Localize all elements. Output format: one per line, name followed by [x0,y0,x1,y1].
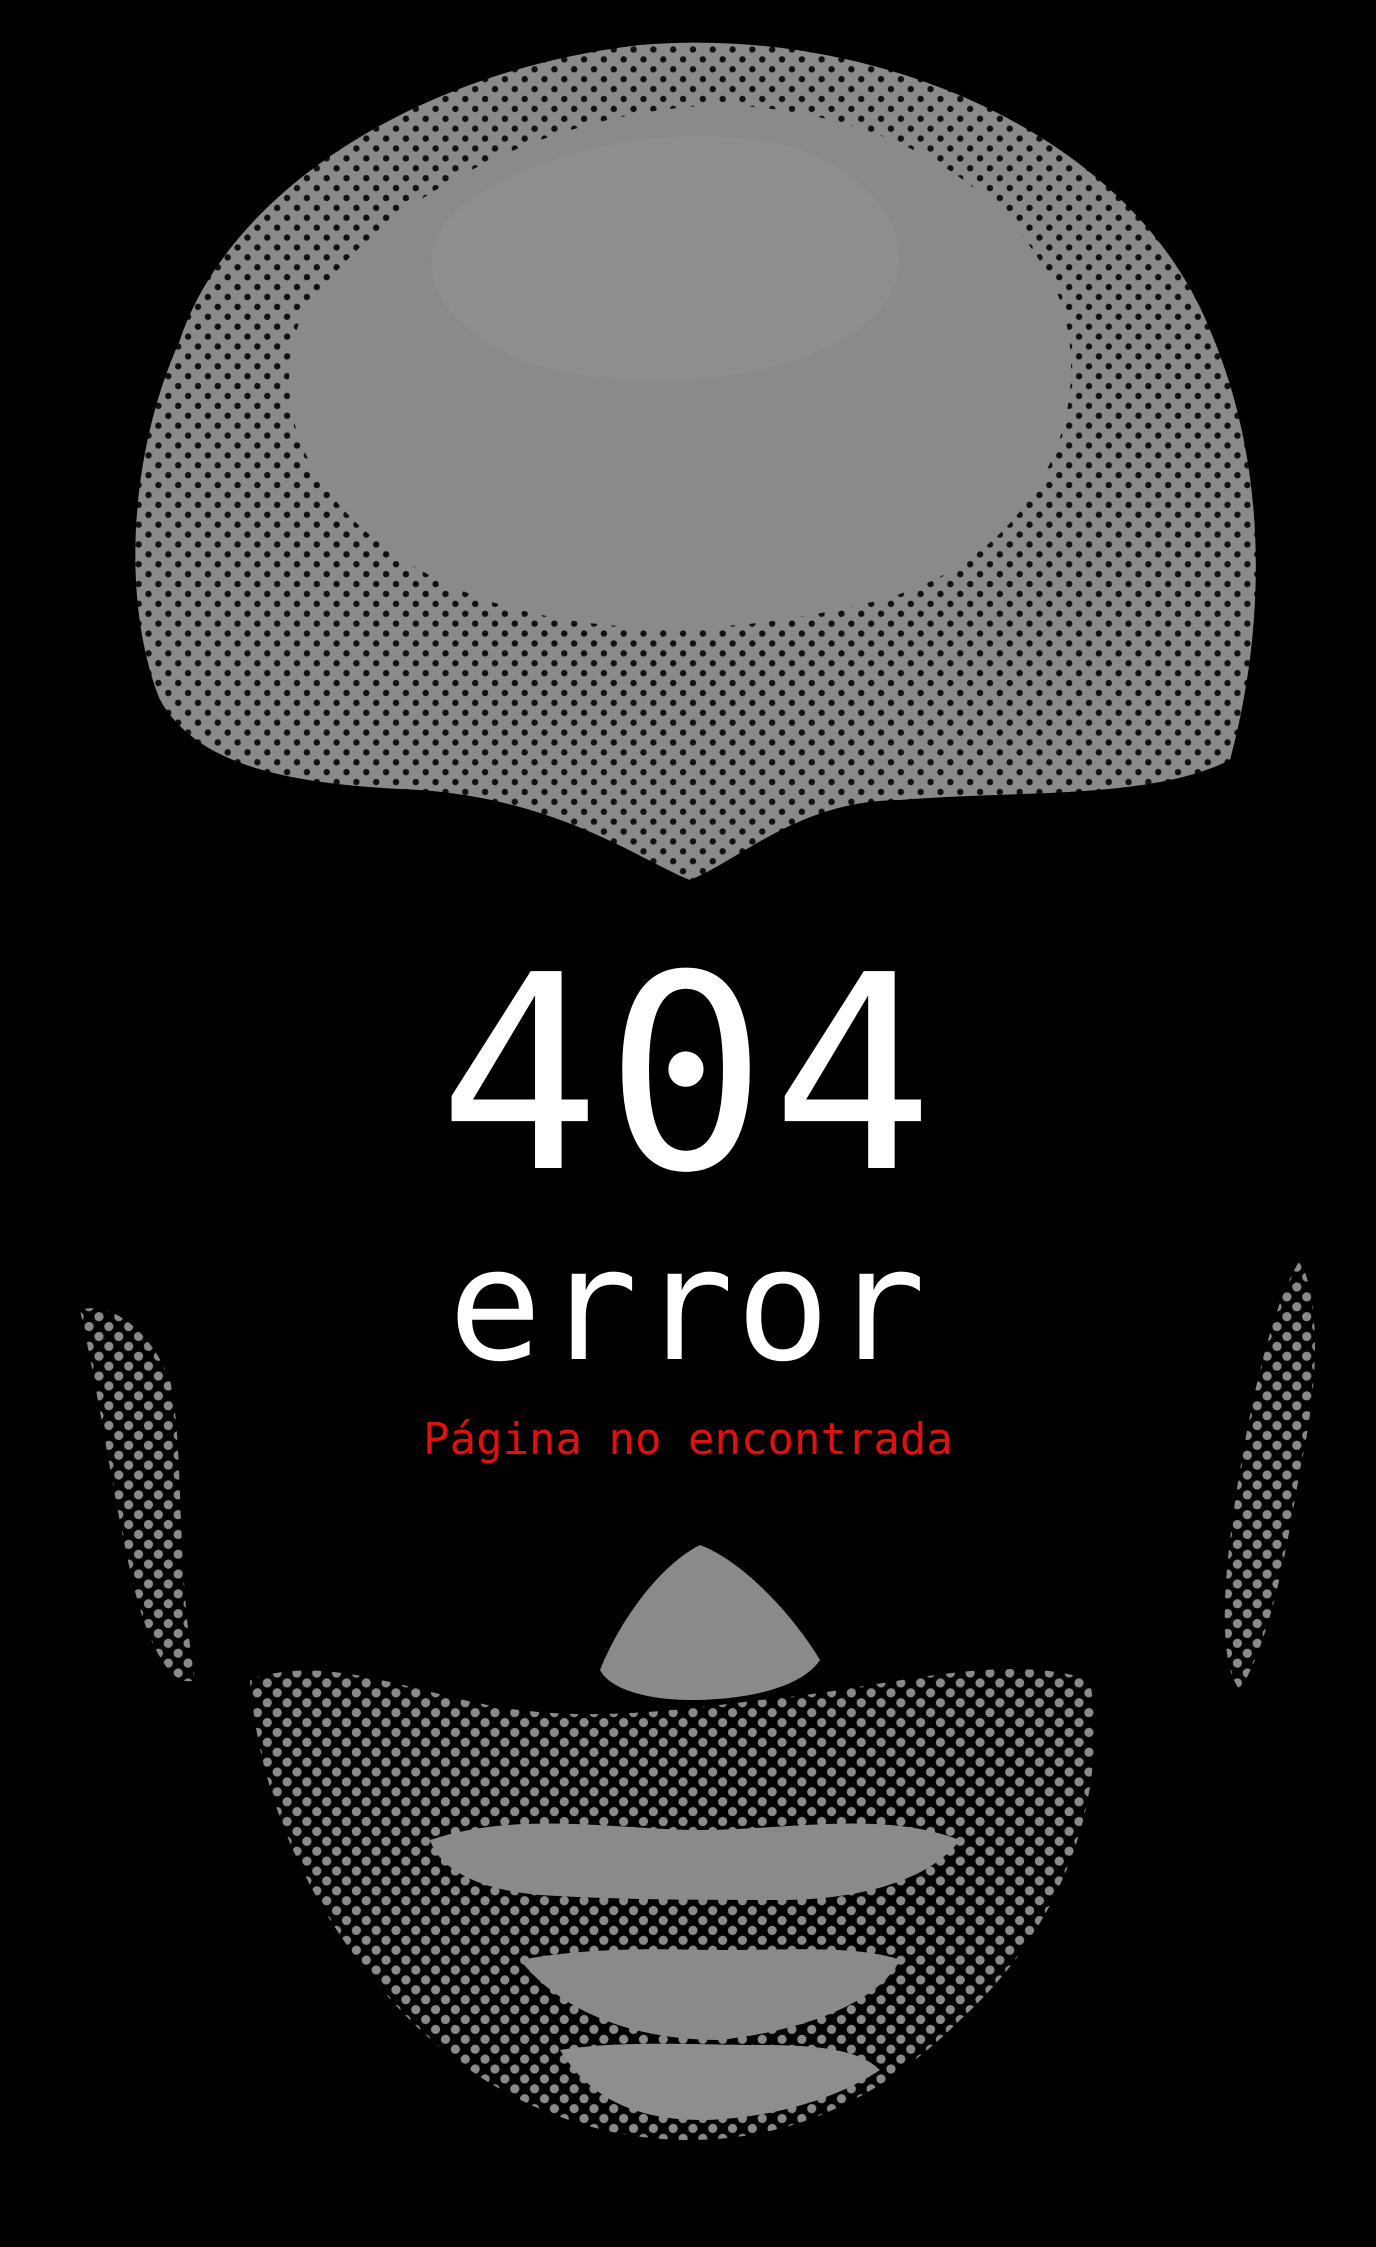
error-message: Página no encontrada [423,1414,953,1465]
error-word: error [448,1214,928,1396]
head-shape [135,42,1256,881]
error-code: 404 [438,917,938,1232]
nose-shape [600,1545,820,1700]
error-page: 404 error Página no encontrada [0,0,1376,2247]
mouth-beard-shape [250,1669,1095,2140]
